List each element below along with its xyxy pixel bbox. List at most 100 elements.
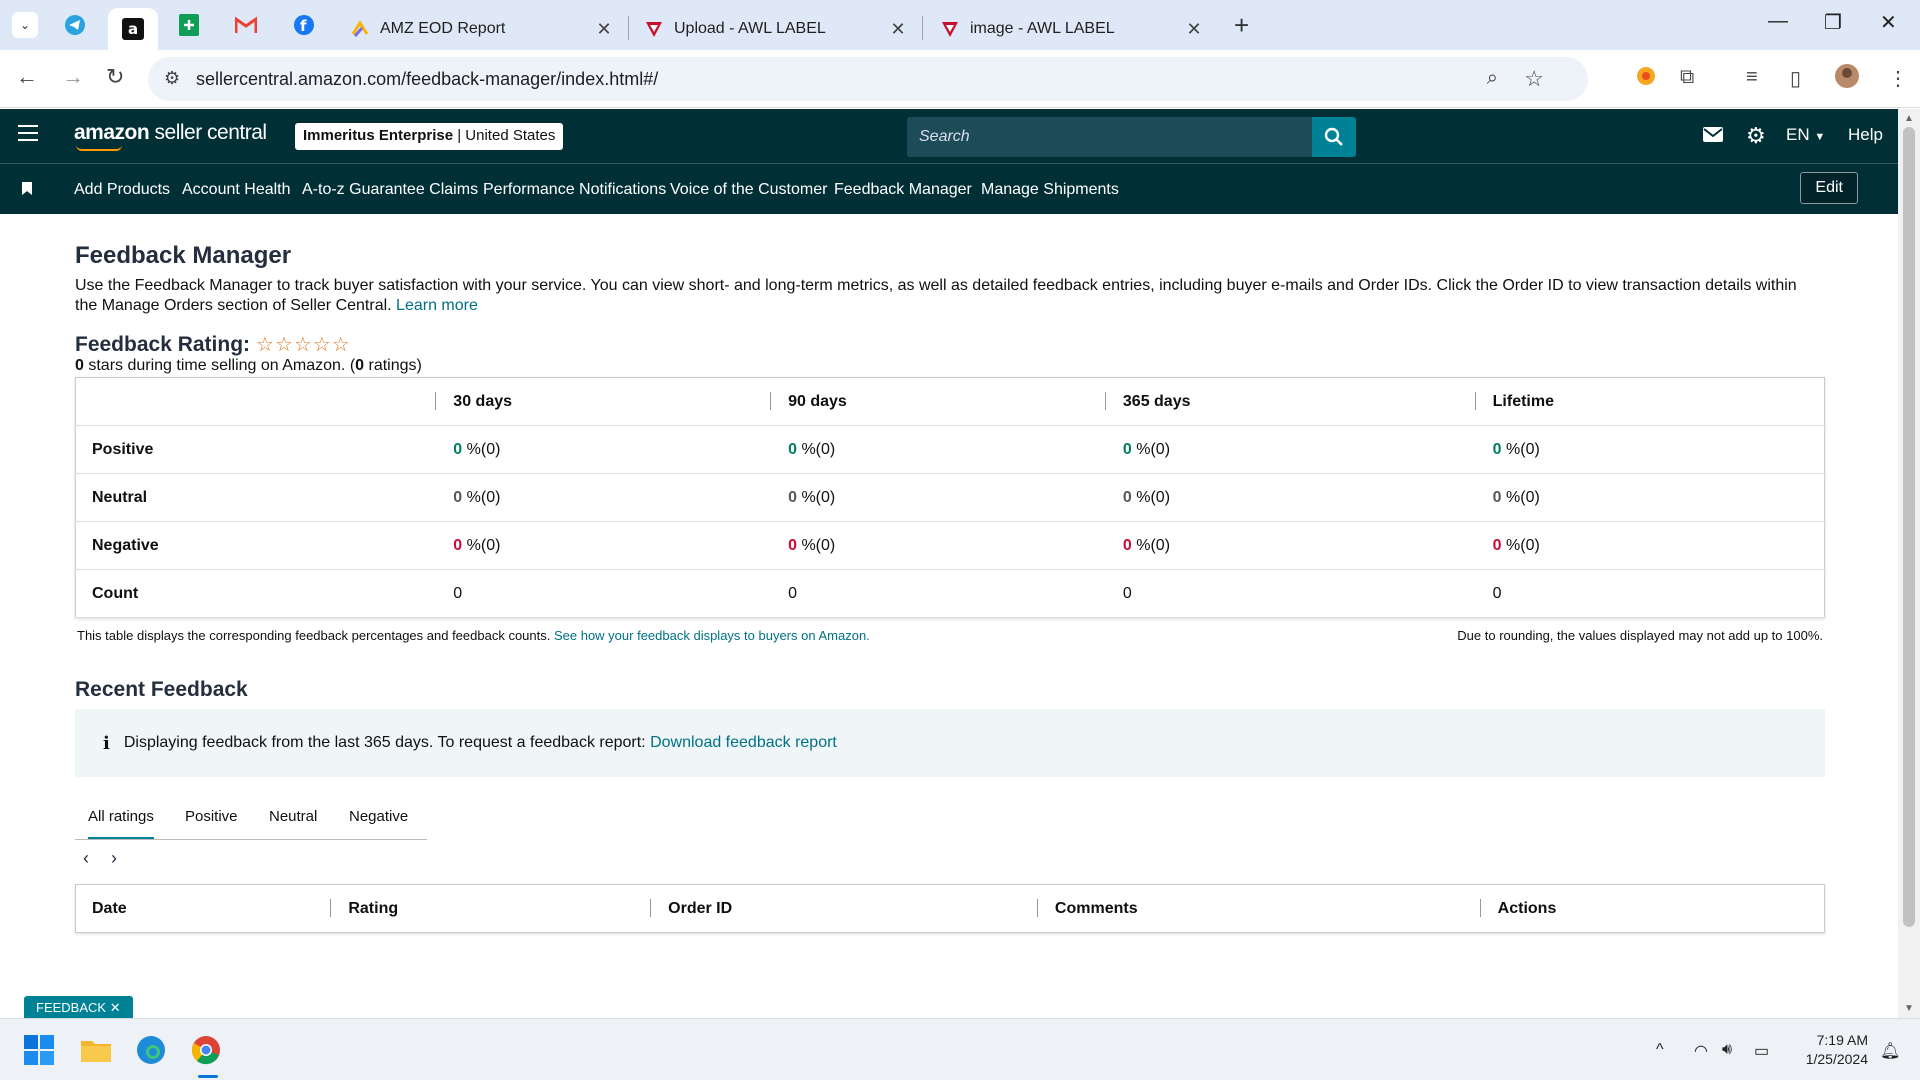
restore-icon[interactable]: ❐ [1824, 10, 1842, 35]
notification-bell-icon[interactable]: 🔔︎ [1880, 1041, 1900, 1061]
edit-bookmarks-button[interactable]: Edit [1800, 172, 1858, 204]
gmail-icon [235, 16, 257, 33]
telegram-icon [65, 15, 85, 35]
back-icon[interactable]: ← [16, 64, 38, 90]
amazon-smile-icon [76, 145, 122, 151]
bookmark-bar: Add Products Account Health A-to-z Guara… [0, 163, 1898, 214]
page-scrollbar[interactable]: ▲ ▼ [1898, 109, 1920, 1018]
nav-a-to-z-claims[interactable]: A-to-z Guarantee Claims [302, 181, 478, 199]
reload-icon[interactable]: ↻ [106, 64, 124, 90]
stars-summary: 0 stars during time selling on Amazon. (… [75, 357, 422, 374]
close-tab-icon[interactable]: ✕ [886, 19, 910, 40]
site-info-icon[interactable]: ⚙ [164, 68, 180, 89]
sheets-icon [179, 14, 199, 36]
feedback-widget-button[interactable]: FEEDBACK ✕ [24, 996, 133, 1020]
feedback-display-link[interactable]: See how your feedback displays to buyers… [554, 628, 870, 643]
column-header: 90 days [788, 392, 847, 410]
page-title: Feedback Manager [75, 242, 292, 269]
column-header: 30 days [453, 392, 513, 410]
tab-upload-awl-label[interactable]: Upload - AWL LABEL ✕ [630, 8, 920, 50]
edge-icon[interactable] [134, 1033, 168, 1067]
media-control-icon[interactable]: ≡ [1746, 66, 1758, 89]
nav-manage-shipments[interactable]: Manage Shipments [981, 181, 1119, 199]
windows-start-icon[interactable] [22, 1033, 56, 1067]
profile-avatar[interactable] [1834, 63, 1860, 95]
column-header[interactable]: Actions [1498, 900, 1557, 917]
tray-overflow-icon[interactable]: ^ [1656, 1041, 1664, 1059]
seller-central-logo[interactable]: amazon seller central [74, 121, 267, 151]
tab-search-dropdown-icon[interactable]: ⌄ [12, 12, 38, 38]
forward-icon[interactable]: → [62, 64, 84, 90]
amazon-pinned-tab[interactable]: a [108, 8, 158, 50]
feedback-metrics-table: 30 days 90 days 365 days Lifetime Positi… [75, 377, 1825, 618]
column-header[interactable]: Comments [1055, 900, 1138, 917]
table-row: Count 0 0 0 0 [75, 569, 1825, 618]
hamburger-menu-icon[interactable] [18, 125, 38, 141]
browser-tab-strip: ⌄ a f AMZ EOD Report ✕ Upload - AWL LABE… [0, 0, 1920, 50]
sheets-pinned-tab[interactable] [177, 13, 201, 37]
close-icon[interactable]: ✕ [110, 1000, 121, 1015]
scrollbar-thumb[interactable] [1903, 127, 1915, 927]
tab-all-ratings[interactable]: All ratings [88, 808, 154, 839]
column-header: 365 days [1122, 392, 1191, 410]
zoom-icon[interactable]: ⌕ [1487, 67, 1498, 90]
column-header[interactable]: Order ID [668, 900, 732, 917]
tab-amz-eod-report[interactable]: AMZ EOD Report ✕ [336, 8, 626, 50]
download-feedback-report-link[interactable]: Download feedback report [650, 734, 837, 752]
nav-account-health[interactable]: Account Health [182, 181, 291, 199]
search-button[interactable] [1312, 117, 1356, 157]
scroll-down-icon: ▼ [1904, 1003, 1914, 1014]
bookmark-star-icon[interactable]: ☆ [1524, 66, 1544, 92]
wifi-icon[interactable]: ◠ [1694, 1041, 1708, 1061]
amazon-icon: a [122, 18, 144, 40]
extensions-puzzle-icon[interactable]: ⧉ [1680, 66, 1694, 89]
tab-positive[interactable]: Positive [185, 808, 238, 825]
close-tab-icon[interactable]: ✕ [592, 19, 616, 40]
windows-taskbar: ^ ◠ 🔊︎ ▭ 7:19 AM 1/25/2024 🔔︎ [0, 1018, 1920, 1080]
next-page-icon[interactable]: › [111, 848, 117, 869]
facebook-pinned-tab[interactable]: f [292, 13, 316, 37]
learn-more-link[interactable]: Learn more [396, 297, 478, 314]
new-tab-icon[interactable]: + [1234, 10, 1249, 41]
table-row: Neutral 0 %(0) 0 %(0) 0 %(0) 0 %(0) [75, 473, 1825, 522]
side-panel-icon[interactable]: ▯ [1790, 66, 1801, 91]
file-explorer-icon[interactable] [79, 1033, 113, 1067]
chrome-icon[interactable] [189, 1033, 223, 1067]
tab-negative[interactable]: Negative [349, 808, 408, 825]
mail-icon[interactable] [1703, 127, 1723, 147]
search-placeholder: Search [919, 128, 970, 145]
column-header[interactable]: Date [92, 900, 127, 917]
bookmark-icon[interactable] [22, 182, 32, 195]
prev-page-icon[interactable]: ‹ [83, 848, 89, 869]
volume-icon[interactable]: 🔊︎ [1722, 1041, 1732, 1059]
awl-label-icon [940, 19, 960, 39]
tab-title: image - AWL LABEL [970, 20, 1115, 37]
telegram-pinned-tab[interactable] [63, 13, 87, 37]
column-header[interactable]: Rating [348, 900, 398, 917]
tab-image-awl-label[interactable]: image - AWL LABEL ✕ [926, 8, 1216, 50]
close-tab-icon[interactable]: ✕ [1182, 19, 1206, 40]
settings-gear-icon[interactable]: ⚙ [1746, 123, 1766, 149]
feedback-list-table: Date Rating Order ID Comments Actions [75, 884, 1825, 933]
system-clock[interactable]: 7:19 AM 1/25/2024 [1806, 1031, 1868, 1069]
extension-orange-icon[interactable] [1636, 66, 1656, 92]
nav-feedback-manager[interactable]: Feedback Manager [834, 181, 972, 199]
nav-add-products[interactable]: Add Products [74, 181, 170, 199]
help-link[interactable]: Help [1848, 125, 1883, 145]
browser-menu-icon[interactable]: ⋮ [1888, 66, 1908, 91]
nav-performance-notifications[interactable]: Performance Notifications [483, 181, 666, 199]
active-app-indicator [198, 1075, 218, 1078]
table-row: Positive 0 %(0) 0 %(0) 0 %(0) 0 %(0) [75, 425, 1825, 474]
battery-icon[interactable]: ▭ [1754, 1041, 1769, 1061]
nav-voice-of-customer[interactable]: Voice of the Customer [670, 181, 827, 199]
account-switcher[interactable]: Immeritus Enterprise | United States [295, 123, 564, 150]
info-banner: i Displaying feedback from the last 365 … [75, 709, 1825, 777]
address-bar[interactable]: ⚙ sellercentral.amazon.com/feedback-mana… [148, 57, 1588, 101]
language-selector[interactable]: EN ▼ [1786, 125, 1825, 145]
tab-title: Upload - AWL LABEL [674, 20, 826, 37]
search-input[interactable]: Search [907, 117, 1356, 157]
close-window-icon[interactable]: ✕ [1880, 10, 1897, 35]
minimize-icon[interactable]: — [1768, 10, 1788, 33]
tab-neutral[interactable]: Neutral [269, 808, 317, 825]
gmail-pinned-tab[interactable] [234, 13, 258, 37]
